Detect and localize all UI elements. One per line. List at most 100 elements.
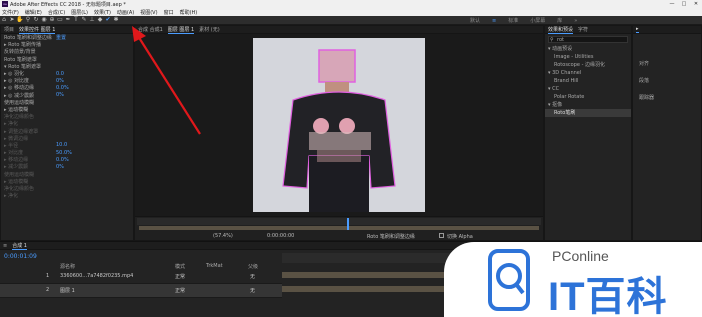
effect-property-row[interactable]: 净化边缘颜色 [1,185,133,192]
effect-property-row[interactable]: ▸ 半径 10.0 [1,142,133,149]
right-panel-item-align[interactable]: 对齐 [633,34,701,67]
tab-render-queue[interactable]: ≡ [3,243,7,249]
effect-property-row[interactable]: ▸ Roto 笔刷传播 [1,41,133,48]
workspace-menu-icon[interactable]: ≡ [492,18,496,24]
effect-property-row[interactable]: ▸ 对比度 50.0% [1,149,133,157]
effect-property-row[interactable]: ▸ 移动边缘 0.0% [1,156,133,164]
rotate-tool-icon[interactable]: ↻ [32,16,40,24]
tab-info[interactable]: ▸ [636,26,639,33]
effects-tree-item[interactable]: ▾ 动画预设 [545,45,631,53]
puppet-tool-icon[interactable]: ✱ [112,16,120,24]
effect-property-row[interactable]: ▸ 调整边缘遮罩 [1,127,133,135]
workspace-libraries[interactable]: 库 [557,17,562,24]
close-button[interactable]: ✕ [690,0,702,8]
type-tool-icon[interactable]: T [72,16,80,24]
effect-property-row[interactable]: ▸ ◎ 羽化 0.0 [1,70,133,78]
effect-property-value[interactable]: 0.0% [56,85,69,91]
effects-tree-item[interactable]: Brand Hill [545,77,631,85]
workspace-small-screen[interactable]: 小屏幕 [530,17,545,24]
effect-property-row[interactable]: ▸ 微调边缘 [1,135,133,142]
effect-property-row[interactable]: ▸ 净化 [1,120,133,127]
effect-property-value[interactable]: 10.0 [56,142,67,148]
eraser-tool-icon[interactable]: ◆ [96,16,104,24]
tab-effect-controls[interactable]: 效果控件 图层 1 [19,26,56,34]
toggle-alpha-checkbox[interactable] [439,233,444,238]
workspace-standard[interactable]: 标准 [508,17,518,24]
effect-property-value[interactable]: 0% [56,78,64,84]
menu-file[interactable]: 文件(F) [2,9,19,16]
effect-property-row[interactable]: ▸ ◎ 移动边缘 0.0% [1,84,133,92]
effect-property-row[interactable]: ▸ ◎ 对比度 0% [1,77,133,85]
effect-property-row[interactable]: 净化边缘颜色 [1,113,133,120]
effects-tree-item[interactable]: Rotoscope - 边缘羽化 [545,61,631,69]
layer-parent[interactable]: 无 [250,287,255,294]
menu-layer[interactable]: 图层(L) [71,9,88,16]
roto-brush-tool-icon[interactable]: ✔ [104,16,112,24]
tab-effects-presets[interactable]: 效果和预设 [548,26,574,34]
effects-tree-item[interactable]: Roto笔刷 [545,109,631,117]
effect-property-value[interactable]: 0% [56,92,64,98]
layer-name[interactable]: 3360600...7a7482f0235.mp4 [60,273,133,279]
header-mode[interactable]: 模式 [175,263,185,270]
layer-name[interactable]: 图层 1 [60,287,75,294]
effect-property-row[interactable]: 使用运动模糊 [1,99,133,106]
pen-tool-icon[interactable]: ✒ [64,16,72,24]
effect-property-value[interactable]: 重置 [56,34,66,41]
camera-tool-icon[interactable]: ◉ [40,16,48,24]
menu-composition[interactable]: 合成(C) [48,9,65,16]
effect-property-row[interactable]: ▸ ◎ 减少震颤 0% [1,92,133,99]
effects-tree-item[interactable]: ▾ 抠像 [545,101,631,109]
tab-character[interactable]: 字符 [578,26,588,33]
pan-behind-tool-icon[interactable]: ⊕ [48,16,56,24]
effect-property-row[interactable]: ▸ 减少震颤 0% [1,163,133,171]
effects-tree-item[interactable]: ▾ CC [545,85,631,93]
effect-property-row[interactable]: ▸ 净化 [1,192,133,199]
layer-row[interactable]: 1 3360600...7a7482f0235.mp4 正常 无 [0,270,282,284]
layer-mode[interactable]: 正常 [175,273,185,280]
effect-property-value[interactable]: 0% [56,164,64,170]
minimize-button[interactable]: — [666,0,678,8]
workspace-more[interactable]: » [574,18,577,24]
effect-property-row[interactable]: Roto 笔刷和调整边缘 重置 [1,34,133,41]
menu-animation[interactable]: 动画(A) [117,9,134,16]
menu-window[interactable]: 窗口 [164,9,174,16]
layer-time-track[interactable] [139,226,539,230]
effect-property-row[interactable]: Roto 笔刷遮罩 [1,56,133,63]
effect-property-row[interactable]: 反转前景/背景 [1,48,133,55]
zoom-level[interactable]: (57.4%) [213,233,233,239]
workspace-default[interactable]: 默认 [470,17,480,24]
tab-timeline-comp[interactable]: 合成 1 [12,242,27,250]
menu-view[interactable]: 视图(V) [140,9,157,16]
effect-view-label[interactable]: Roto 笔刷和调整边缘 [367,233,415,240]
zoom-tool-icon[interactable]: ⚲ [24,16,32,24]
menu-edit[interactable]: 编辑(E) [25,9,42,16]
tab-project[interactable]: 项目 [4,26,14,33]
header-parent[interactable]: 父级 [248,263,258,270]
effects-tree-item[interactable]: Image - Utilities [545,53,631,61]
menu-effect[interactable]: 效果(T) [94,9,111,16]
effect-property-value[interactable]: 50.0% [56,150,72,156]
layer-row[interactable]: 2 图层 1 正常 无 [0,284,282,298]
clone-stamp-tool-icon[interactable]: ⊥ [88,16,96,24]
playhead-marker[interactable] [347,218,349,230]
maximize-button[interactable]: □ [678,0,690,8]
selection-tool-icon[interactable]: ➤ [8,16,16,24]
timeline-timecode[interactable]: 0:00:01:09 [4,253,37,260]
effect-property-row[interactable]: ▾ Roto 笔刷遮罩 [1,63,133,70]
right-panel-item-paragraph[interactable]: 段落 [633,67,701,84]
effect-property-value[interactable]: 0.0% [56,157,69,163]
menu-help[interactable]: 帮助(H) [180,9,198,16]
right-panel-item-tracker[interactable]: 跟踪器 [633,84,701,101]
header-source-name[interactable]: 源名称 [60,263,75,270]
effect-property-row[interactable]: ▸ 运动模糊 [1,106,133,113]
effects-tree-item[interactable]: Polar Rotate [545,93,631,101]
effect-property-value[interactable]: 0.0 [56,71,64,77]
effects-tree-item[interactable]: ▾ 3D Channel [545,69,631,77]
layer-parent[interactable]: 无 [250,273,255,280]
effects-search-input[interactable]: ⚲ rot [548,36,628,43]
layer-mode[interactable]: 正常 [175,287,185,294]
rectangle-tool-icon[interactable]: ▭ [56,16,64,24]
effect-property-row[interactable]: 使用运动模糊 [1,171,133,178]
hand-tool-icon[interactable]: ✋ [16,16,24,24]
brush-tool-icon[interactable]: ✎ [80,16,88,24]
